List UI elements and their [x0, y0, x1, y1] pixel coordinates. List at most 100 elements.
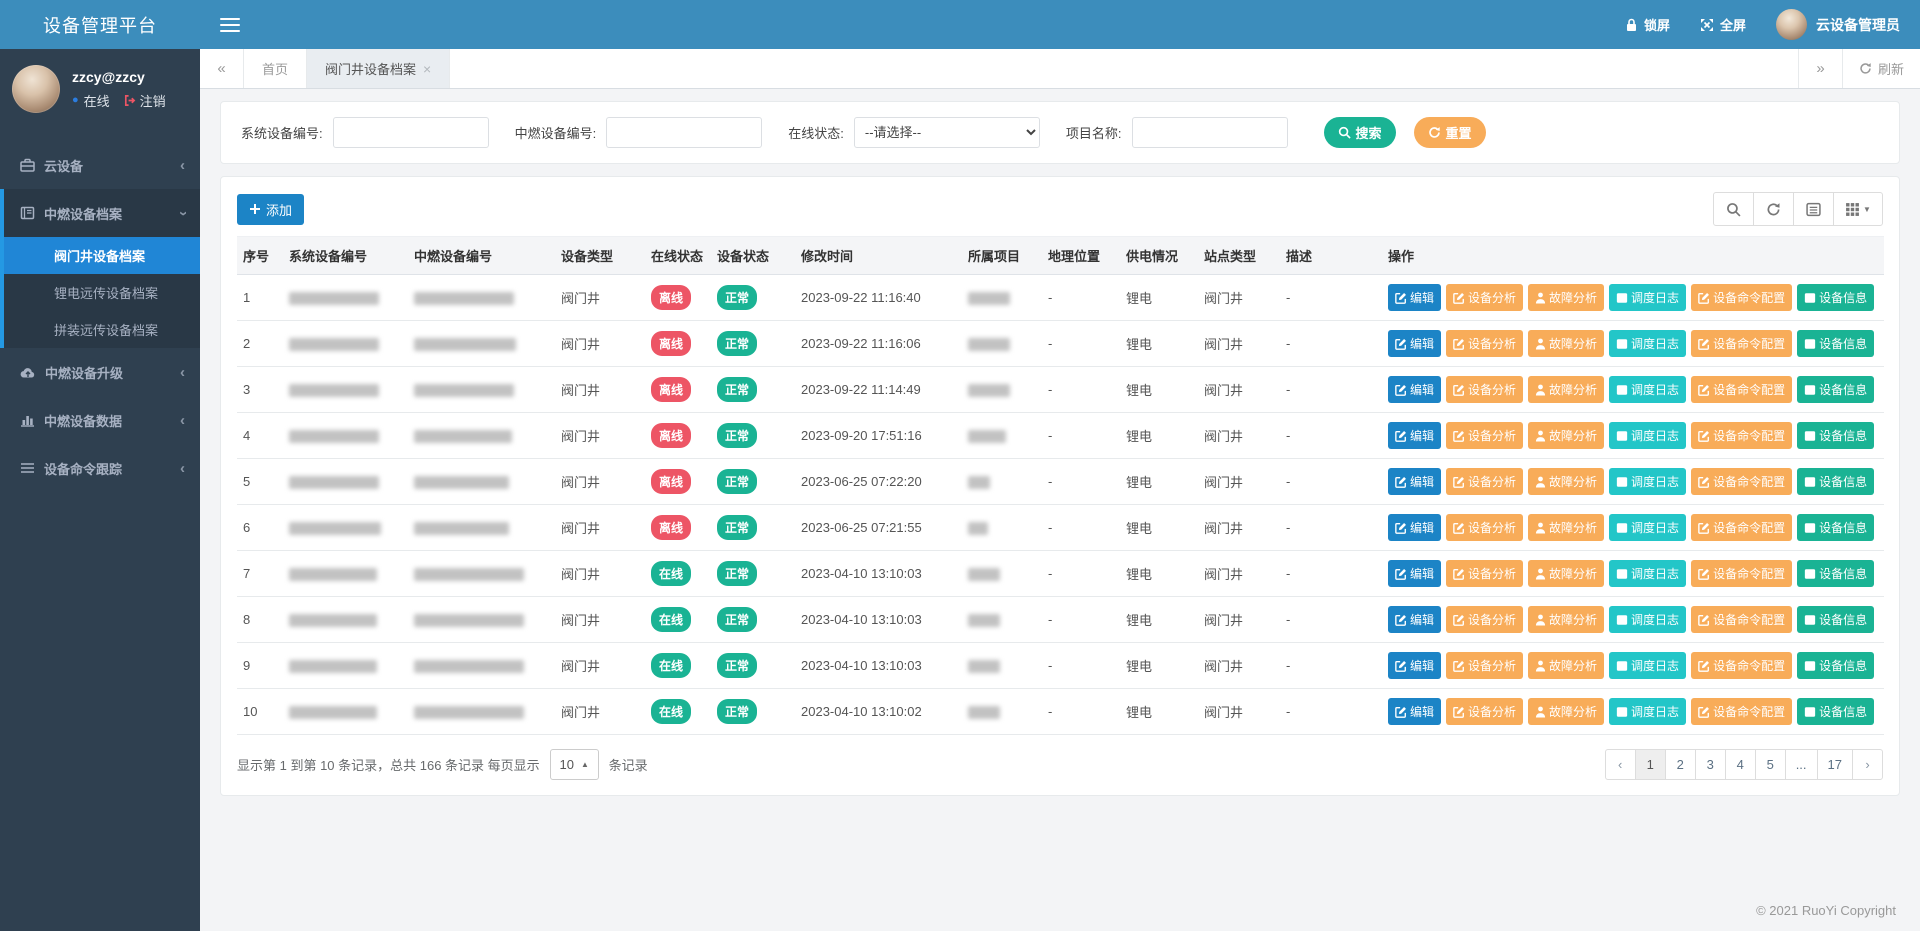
action-设备分析-button[interactable]: 设备分析 [1446, 514, 1523, 541]
action-故障分析-button[interactable]: 故障分析 [1528, 376, 1604, 403]
action-编辑-button[interactable]: 编辑 [1388, 698, 1441, 725]
action-编辑-button[interactable]: 编辑 [1388, 376, 1441, 403]
action-设备信息-button[interactable]: 设备信息 [1797, 330, 1874, 357]
action-编辑-button[interactable]: 编辑 [1388, 284, 1441, 311]
action-设备命令配置-button[interactable]: 设备命令配置 [1691, 468, 1792, 495]
sidebar-item[interactable]: 中燃设备升级‹ [0, 348, 200, 396]
hamburger-icon[interactable] [220, 18, 240, 32]
sidebar-subitem[interactable]: 阀门井设备档案 [4, 237, 200, 274]
action-故障分析-button[interactable]: 故障分析 [1528, 698, 1604, 725]
action-调度日志-button[interactable]: 调度日志 [1609, 422, 1686, 449]
sidebar-item[interactable]: 设备命令跟踪‹ [0, 444, 200, 492]
sidebar-subitem[interactable]: 锂电远传设备档案 [4, 274, 200, 311]
tab-refresh-button[interactable]: 刷新 [1842, 49, 1920, 88]
online-status-select[interactable]: --请选择-- [854, 117, 1040, 148]
action-编辑-button[interactable]: 编辑 [1388, 652, 1441, 679]
fullscreen-button[interactable]: 全屏 [1700, 15, 1746, 34]
search-field-input[interactable] [333, 117, 489, 148]
action-故障分析-button[interactable]: 故障分析 [1528, 606, 1604, 633]
search-button[interactable]: 搜索 [1324, 117, 1396, 148]
page-size-select[interactable]: 10 ▲ [550, 749, 599, 780]
action-设备信息-button[interactable]: 设备信息 [1797, 606, 1874, 633]
action-设备信息-button[interactable]: 设备信息 [1797, 698, 1874, 725]
sidebar-item[interactable]: 中燃设备档案‹ [4, 189, 200, 237]
action-设备命令配置-button[interactable]: 设备命令配置 [1691, 652, 1792, 679]
action-编辑-button[interactable]: 编辑 [1388, 606, 1441, 633]
action-调度日志-button[interactable]: 调度日志 [1609, 698, 1686, 725]
close-icon[interactable]: × [423, 61, 431, 77]
action-设备命令配置-button[interactable]: 设备命令配置 [1691, 376, 1792, 403]
action-设备分析-button[interactable]: 设备分析 [1446, 652, 1523, 679]
page-number-button[interactable]: 1 [1635, 749, 1666, 780]
logout-link[interactable]: 注销 [123, 91, 166, 110]
sidebar-subitem[interactable]: 拼装远传设备档案 [4, 311, 200, 348]
action-调度日志-button[interactable]: 调度日志 [1609, 606, 1686, 633]
page-number-button[interactable]: 17 [1817, 749, 1853, 780]
table-search-button[interactable] [1713, 192, 1754, 226]
action-编辑-button[interactable]: 编辑 [1388, 514, 1441, 541]
tab-active[interactable]: 阀门井设备档案× [307, 49, 450, 88]
action-调度日志-button[interactable]: 调度日志 [1609, 652, 1686, 679]
sidebar-item[interactable]: 云设备‹ [0, 141, 200, 189]
page-number-button[interactable]: 4 [1725, 749, 1756, 780]
sidebar-item[interactable]: 中燃设备数据‹ [0, 396, 200, 444]
action-设备分析-button[interactable]: 设备分析 [1446, 606, 1523, 633]
action-调度日志-button[interactable]: 调度日志 [1609, 376, 1686, 403]
action-调度日志-button[interactable]: 调度日志 [1609, 284, 1686, 311]
page-number-button[interactable]: 2 [1665, 749, 1696, 780]
table-refresh-button[interactable] [1753, 192, 1794, 226]
action-设备信息-button[interactable]: 设备信息 [1797, 468, 1874, 495]
page-ellipsis[interactable]: ... [1785, 749, 1818, 780]
lock-screen-button[interactable]: 锁屏 [1625, 15, 1670, 34]
tabs-scroll-right-button[interactable]: » [1798, 49, 1842, 88]
topbar-user-menu[interactable]: 云设备管理员 [1776, 9, 1900, 40]
tabs-scroll-left-button[interactable]: « [200, 49, 244, 88]
action-故障分析-button[interactable]: 故障分析 [1528, 330, 1604, 357]
action-编辑-button[interactable]: 编辑 [1388, 560, 1441, 587]
action-设备分析-button[interactable]: 设备分析 [1446, 422, 1523, 449]
action-设备分析-button[interactable]: 设备分析 [1446, 698, 1523, 725]
user-avatar[interactable] [12, 65, 60, 113]
page-number-button[interactable]: 5 [1755, 749, 1786, 780]
action-调度日志-button[interactable]: 调度日志 [1609, 514, 1686, 541]
add-button[interactable]: 添加 [237, 194, 304, 225]
page-next-button[interactable]: › [1852, 749, 1883, 780]
action-设备命令配置-button[interactable]: 设备命令配置 [1691, 330, 1792, 357]
action-设备分析-button[interactable]: 设备分析 [1446, 284, 1523, 311]
table-view-button[interactable] [1793, 192, 1834, 226]
action-设备分析-button[interactable]: 设备分析 [1446, 376, 1523, 403]
search-field-input[interactable] [606, 117, 762, 148]
action-设备信息-button[interactable]: 设备信息 [1797, 376, 1874, 403]
action-设备命令配置-button[interactable]: 设备命令配置 [1691, 422, 1792, 449]
action-设备信息-button[interactable]: 设备信息 [1797, 560, 1874, 587]
reset-button[interactable]: 重置 [1414, 117, 1486, 148]
tab-item[interactable]: 首页 [244, 49, 307, 88]
action-编辑-button[interactable]: 编辑 [1388, 422, 1441, 449]
action-设备分析-button[interactable]: 设备分析 [1446, 560, 1523, 587]
page-number-button[interactable]: 3 [1695, 749, 1726, 780]
action-设备信息-button[interactable]: 设备信息 [1797, 514, 1874, 541]
action-故障分析-button[interactable]: 故障分析 [1528, 422, 1604, 449]
action-调度日志-button[interactable]: 调度日志 [1609, 330, 1686, 357]
action-设备命令配置-button[interactable]: 设备命令配置 [1691, 284, 1792, 311]
action-故障分析-button[interactable]: 故障分析 [1528, 284, 1604, 311]
action-设备信息-button[interactable]: 设备信息 [1797, 284, 1874, 311]
table-columns-button[interactable]: ▼ [1833, 192, 1883, 226]
action-设备命令配置-button[interactable]: 设备命令配置 [1691, 560, 1792, 587]
action-设备命令配置-button[interactable]: 设备命令配置 [1691, 698, 1792, 725]
search-field-input[interactable] [1132, 117, 1288, 148]
action-故障分析-button[interactable]: 故障分析 [1528, 652, 1604, 679]
action-设备命令配置-button[interactable]: 设备命令配置 [1691, 606, 1792, 633]
action-故障分析-button[interactable]: 故障分析 [1528, 468, 1604, 495]
action-故障分析-button[interactable]: 故障分析 [1528, 514, 1604, 541]
action-调度日志-button[interactable]: 调度日志 [1609, 468, 1686, 495]
action-设备命令配置-button[interactable]: 设备命令配置 [1691, 514, 1792, 541]
action-设备分析-button[interactable]: 设备分析 [1446, 330, 1523, 357]
action-故障分析-button[interactable]: 故障分析 [1528, 560, 1604, 587]
page-prev-button[interactable]: ‹ [1605, 749, 1636, 780]
action-设备信息-button[interactable]: 设备信息 [1797, 652, 1874, 679]
action-编辑-button[interactable]: 编辑 [1388, 330, 1441, 357]
action-调度日志-button[interactable]: 调度日志 [1609, 560, 1686, 587]
action-设备信息-button[interactable]: 设备信息 [1797, 422, 1874, 449]
action-编辑-button[interactable]: 编辑 [1388, 468, 1441, 495]
